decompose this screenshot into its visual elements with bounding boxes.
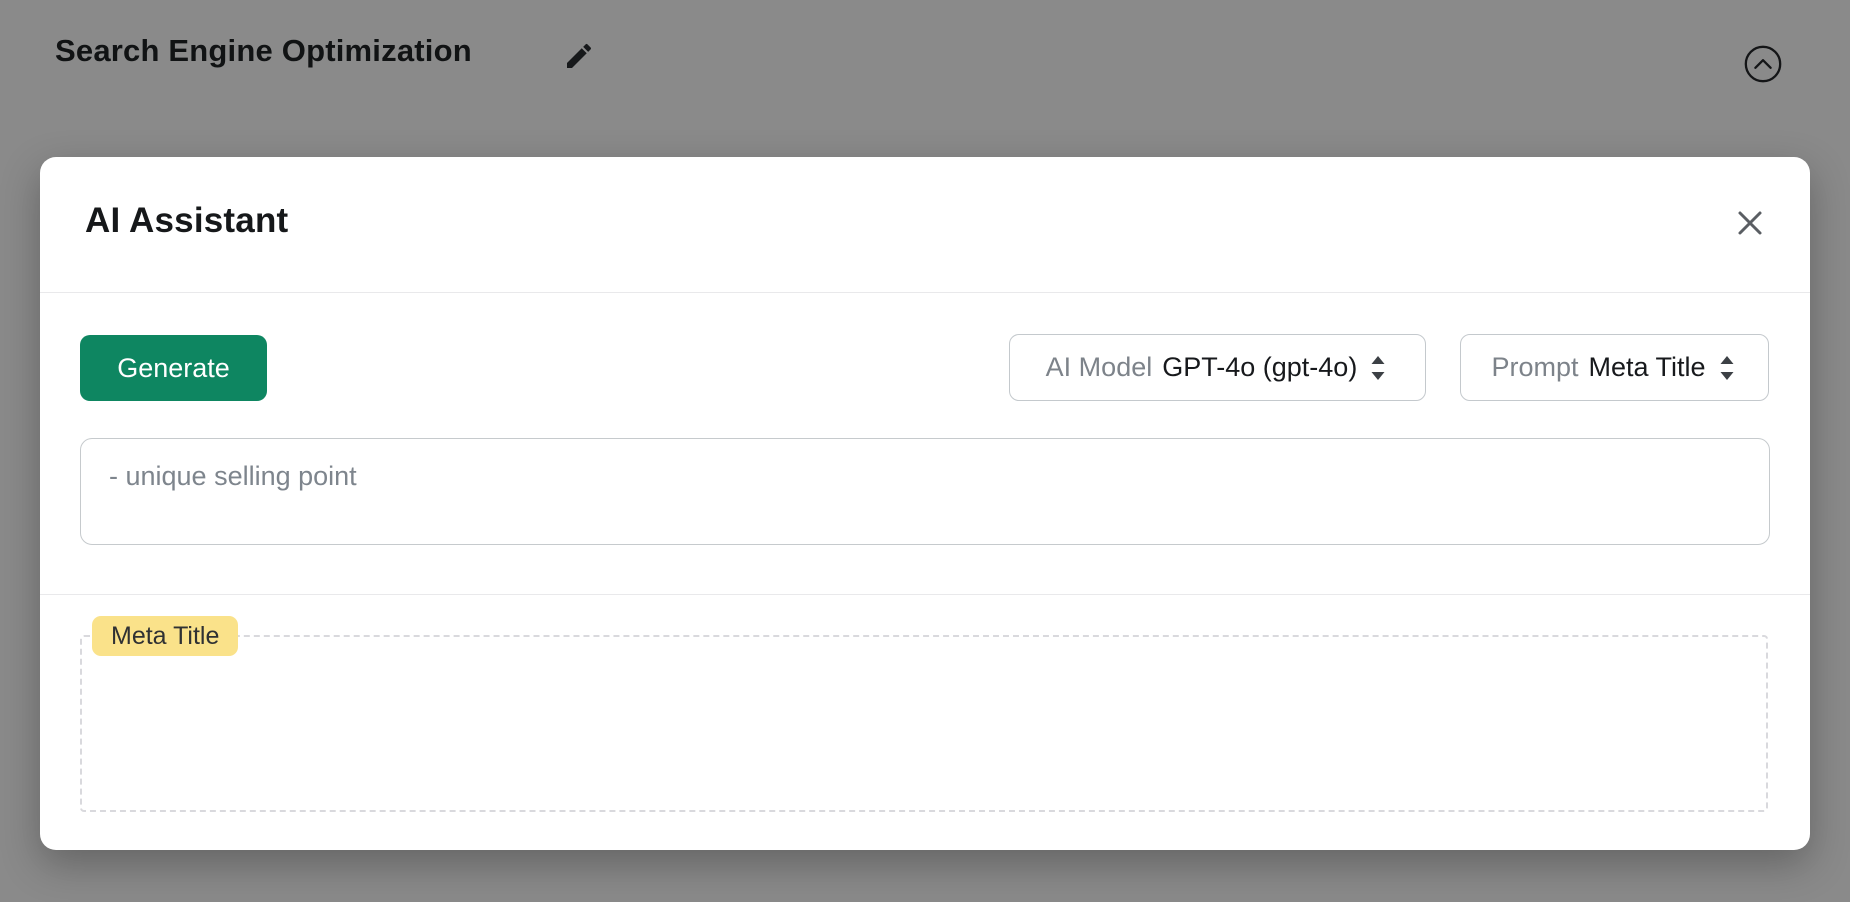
generate-button[interactable]: Generate [80, 335, 267, 401]
ai-model-select-label: AI Model [1046, 352, 1153, 383]
ai-model-select[interactable]: AI Model GPT-4o (gpt-4o) [1009, 334, 1426, 401]
up-down-arrows-icon [1716, 355, 1738, 381]
header-divider [40, 292, 1810, 293]
screen: Search Engine Optimization AI Assistant … [0, 0, 1850, 902]
result-type-badge: Meta Title [92, 616, 238, 656]
prompt-select[interactable]: Prompt Meta Title [1460, 334, 1769, 401]
close-icon[interactable] [1728, 201, 1772, 245]
prompt-input[interactable]: - unique selling point [80, 438, 1770, 545]
prompt-select-label: Prompt [1491, 352, 1578, 383]
up-down-arrows-icon [1367, 355, 1389, 381]
content-divider [40, 594, 1810, 595]
ai-model-select-value: GPT-4o (gpt-4o) [1162, 352, 1357, 383]
ai-assistant-modal: AI Assistant Generate AI Model GPT-4o (g… [40, 157, 1810, 850]
result-box: Strive Shoulder Pack: Versatile Gym & Hi… [80, 635, 1768, 812]
prompt-select-value: Meta Title [1588, 352, 1705, 383]
modal-title: AI Assistant [85, 201, 288, 241]
